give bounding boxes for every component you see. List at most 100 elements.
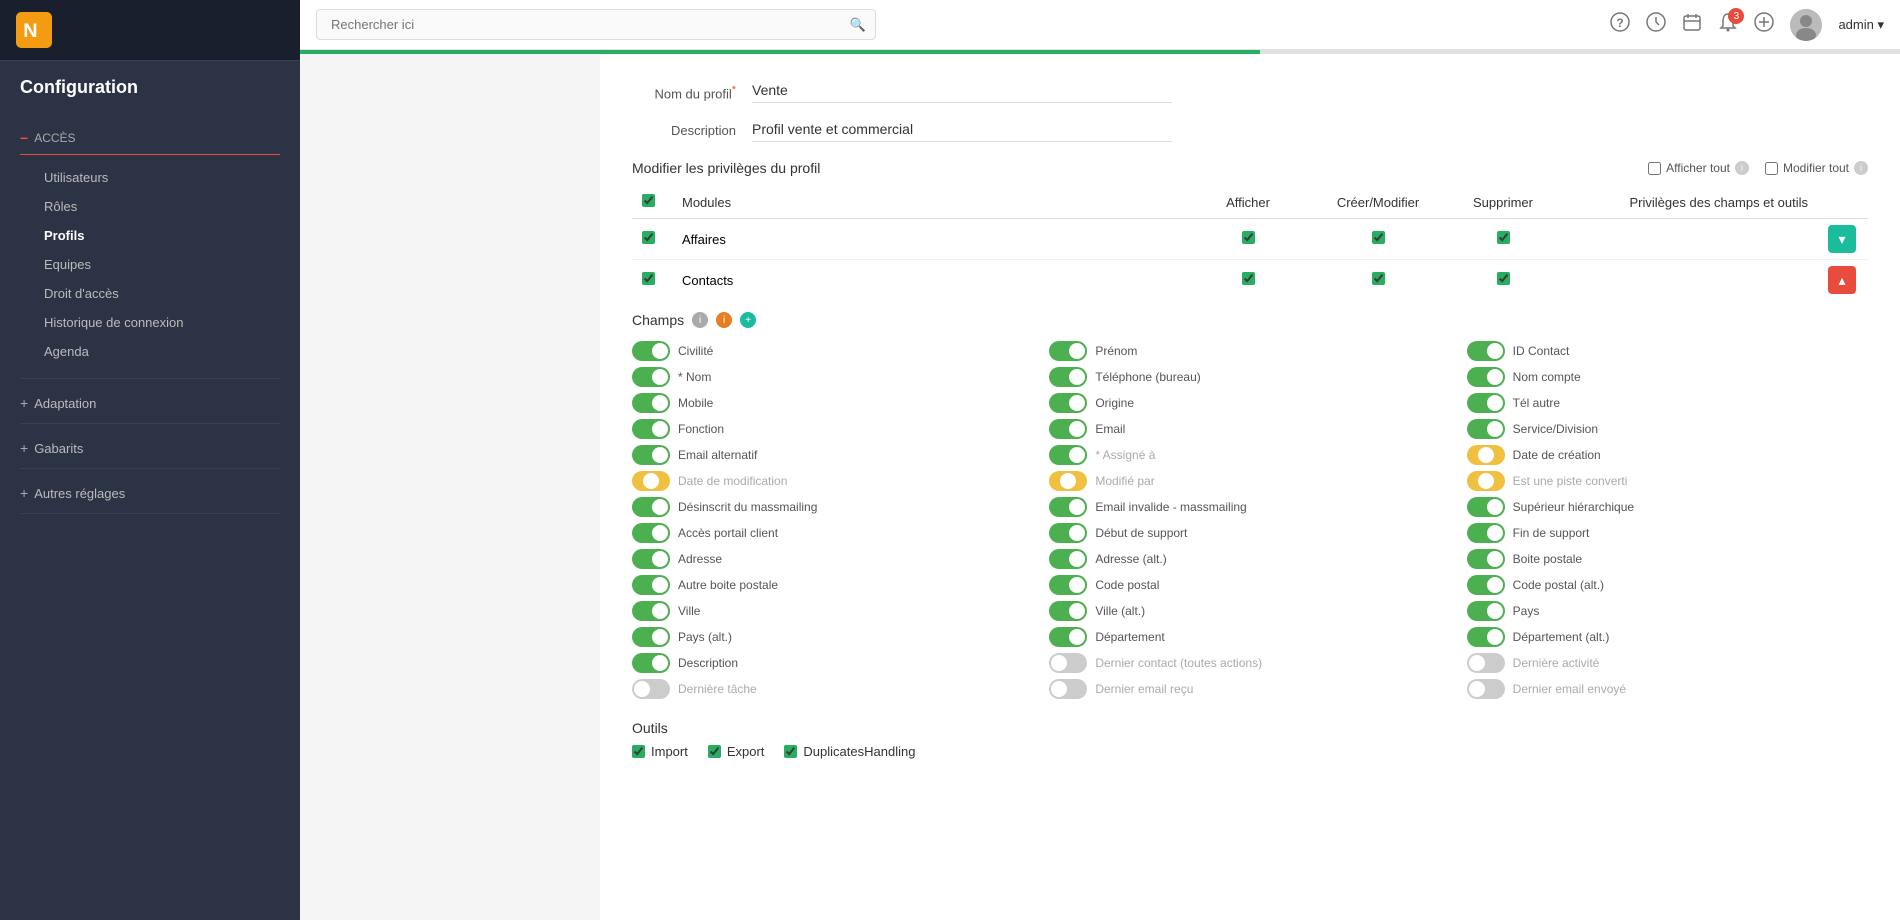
nom-profil-value[interactable]: Vente <box>752 78 1172 103</box>
contacts-supprimer-checkbox[interactable] <box>1497 272 1510 285</box>
affaires-checkbox[interactable] <box>642 231 655 244</box>
affaires-creer-checkbox[interactable] <box>1372 231 1385 244</box>
duplicates-checkbox[interactable] <box>784 745 797 758</box>
history-icon[interactable] <box>1646 12 1666 37</box>
toggle-ville-alt[interactable] <box>1049 601 1087 621</box>
toggle-departement-alt[interactable] <box>1467 627 1505 647</box>
sidebar-item-roles[interactable]: Rôles <box>20 192 280 221</box>
field-id-contact: ID Contact <box>1467 338 1868 364</box>
sidebar-item-agenda[interactable]: Agenda <box>20 337 280 366</box>
search-input[interactable] <box>316 9 876 40</box>
toggle-modifie-par[interactable] <box>1049 471 1087 491</box>
toggle-origine[interactable] <box>1049 393 1087 413</box>
toggle-fonction[interactable] <box>632 419 670 439</box>
toggle-date-modif[interactable] <box>632 471 670 491</box>
modifier-tout-label[interactable]: Modifier tout i <box>1765 161 1868 175</box>
toggle-debut-support[interactable] <box>1049 523 1087 543</box>
export-checkbox[interactable] <box>708 745 721 758</box>
afficher-tout-info-icon[interactable]: i <box>1735 161 1749 175</box>
toggle-piste-convertie[interactable] <box>1467 471 1505 491</box>
toggle-dernier-contact[interactable] <box>1049 653 1087 673</box>
outils-export[interactable]: Export <box>708 744 765 759</box>
field-superieur: Supérieur hiérarchique <box>1467 494 1868 520</box>
affaires-expand-btn[interactable]: ▾ <box>1828 225 1856 253</box>
sidebar-item-equipes[interactable]: Equipes <box>20 250 280 279</box>
expand-label-autres: Autres réglages <box>34 486 125 501</box>
field-nom-compte: Nom compte <box>1467 364 1868 390</box>
modifier-tout-info-icon[interactable]: i <box>1854 161 1868 175</box>
contacts-collapse-btn[interactable]: ▴ <box>1828 266 1856 294</box>
afficher-tout-checkbox[interactable] <box>1648 162 1661 175</box>
toggle-pays-alt[interactable] <box>632 627 670 647</box>
toggle-prenom[interactable] <box>1049 341 1087 361</box>
toggle-adresse-alt[interactable] <box>1049 549 1087 569</box>
export-label: Export <box>727 744 765 759</box>
toggle-superieur[interactable] <box>1467 497 1505 517</box>
contacts-checkbox[interactable] <box>642 272 655 285</box>
bell-icon[interactable]: 3 <box>1718 12 1738 37</box>
sidebar-expand-autres[interactable]: + Autres réglages <box>0 477 300 509</box>
affaires-afficher-checkbox[interactable] <box>1242 231 1255 244</box>
toggle-autre-boite[interactable] <box>632 575 670 595</box>
sidebar-expand-adaptation[interactable]: + Adaptation <box>0 387 300 419</box>
toggle-email[interactable] <box>1049 419 1087 439</box>
toggle-nom[interactable] <box>632 367 670 387</box>
champs-info-icon-2[interactable]: i <box>716 312 732 328</box>
toggle-boite-postale[interactable] <box>1467 549 1505 569</box>
toggle-fin-support[interactable] <box>1467 523 1505 543</box>
toggle-tel-autre[interactable] <box>1467 393 1505 413</box>
sidebar-acces-header[interactable]: − Accès <box>20 122 280 150</box>
toggle-derniere-tache[interactable] <box>632 679 670 699</box>
toggle-id-contact[interactable] <box>1467 341 1505 361</box>
toggle-assigne-a[interactable] <box>1049 445 1087 465</box>
toggle-service-division[interactable] <box>1467 419 1505 439</box>
description-value[interactable]: Profil vente et commercial <box>752 117 1172 142</box>
toggle-nom-compte[interactable] <box>1467 367 1505 387</box>
toggle-dernier-email-recu[interactable] <box>1049 679 1087 699</box>
toggle-pays[interactable] <box>1467 601 1505 621</box>
toggle-derniere-activite[interactable] <box>1467 653 1505 673</box>
champs-header: Champs i i + <box>632 312 1868 328</box>
contacts-name: Contacts <box>672 260 1188 301</box>
toggle-adresse[interactable] <box>632 549 670 569</box>
toggle-telephone[interactable] <box>1049 367 1087 387</box>
toggle-departement[interactable] <box>1049 627 1087 647</box>
field-departement: Département <box>1049 624 1450 650</box>
admin-label[interactable]: admin ▾ <box>1838 17 1884 33</box>
toggle-acces-portail[interactable] <box>632 523 670 543</box>
contacts-creer-cell <box>1308 260 1448 301</box>
expand-icon-adaptation: + <box>20 395 28 411</box>
toggle-code-postal-alt[interactable] <box>1467 575 1505 595</box>
afficher-tout-label[interactable]: Afficher tout i <box>1648 161 1749 175</box>
contacts-creer-checkbox[interactable] <box>1372 272 1385 285</box>
help-icon[interactable]: ? <box>1610 12 1630 37</box>
toggle-mobile[interactable] <box>632 393 670 413</box>
sidebar-item-droit-acces[interactable]: Droit d'accès <box>20 279 280 308</box>
toggle-email-invalide[interactable] <box>1049 497 1087 517</box>
toggle-dernier-email-envoye[interactable] <box>1467 679 1505 699</box>
affaires-btn-cell: ▾ <box>1818 219 1868 260</box>
toggle-email-alternatif[interactable] <box>632 445 670 465</box>
contacts-afficher-checkbox[interactable] <box>1242 272 1255 285</box>
calendar-icon[interactable] <box>1682 12 1702 37</box>
sidebar-item-profils[interactable]: Profils <box>20 221 280 250</box>
import-checkbox[interactable] <box>632 745 645 758</box>
sidebar-item-utilisateurs[interactable]: Utilisateurs <box>20 163 280 192</box>
affaires-supprimer-checkbox[interactable] <box>1497 231 1510 244</box>
avatar[interactable] <box>1790 9 1822 41</box>
add-icon[interactable] <box>1754 12 1774 37</box>
toggle-ville[interactable] <box>632 601 670 621</box>
toggle-code-postal[interactable] <box>1049 575 1087 595</box>
outils-import[interactable]: Import <box>632 744 688 759</box>
toggle-desinscrit[interactable] <box>632 497 670 517</box>
toggle-civilite[interactable] <box>632 341 670 361</box>
outils-duplicates[interactable]: DuplicatesHandling <box>784 744 915 759</box>
champs-info-icon-3[interactable]: + <box>740 312 756 328</box>
toggle-description[interactable] <box>632 653 670 673</box>
sidebar-expand-gabarits[interactable]: + Gabarits <box>0 432 300 464</box>
modules-header-checkbox[interactable] <box>642 194 655 207</box>
champs-info-icon-1[interactable]: i <box>692 312 708 328</box>
sidebar-item-historique[interactable]: Historique de connexion <box>20 308 280 337</box>
modifier-tout-checkbox[interactable] <box>1765 162 1778 175</box>
toggle-date-creation[interactable] <box>1467 445 1505 465</box>
